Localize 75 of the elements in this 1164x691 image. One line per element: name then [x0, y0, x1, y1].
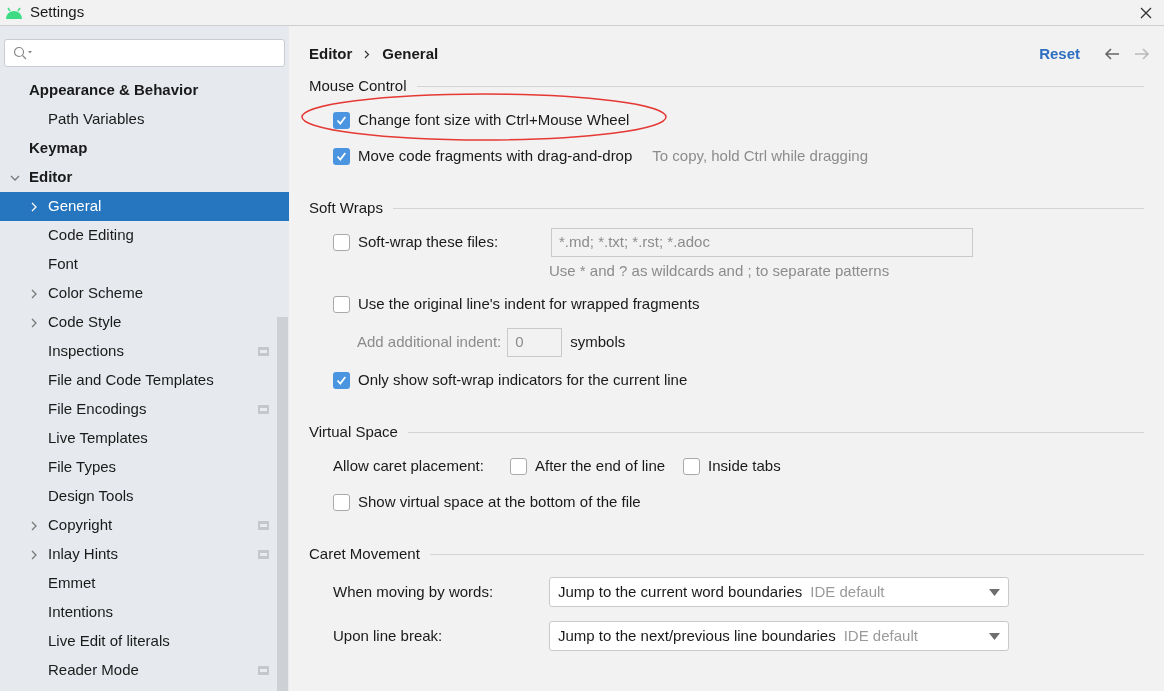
- checkbox-label[interactable]: Use the original line's indent for wrapped fragments: [358, 292, 700, 316]
- tree-item[interactable]: Design Tools: [0, 482, 289, 511]
- chevron-right-icon: [364, 49, 371, 59]
- check-icon: [336, 114, 347, 126]
- dropdown[interactable]: Jump to the current word boundaries IDE default: [549, 577, 1009, 607]
- scrollbar[interactable]: [277, 317, 288, 691]
- tree-item[interactable]: File Encodings: [0, 395, 289, 424]
- checkbox[interactable]: [683, 457, 701, 475]
- caret-icon: [989, 632, 1000, 640]
- tree-item[interactable]: Live Edit of literals: [0, 627, 289, 656]
- breadcrumb-item[interactable]: General: [382, 42, 439, 66]
- tree-item[interactable]: File and Code Templates: [0, 366, 289, 395]
- default-note: IDE default: [810, 581, 885, 602]
- search-field[interactable]: [4, 39, 285, 67]
- checkbox[interactable]: [333, 111, 350, 129]
- hint-text: Use * and ? as wildcards and ; to separate patterns: [549, 261, 891, 281]
- options-label: Allow caret placement:: [333, 455, 485, 476]
- chevron-right-icon[interactable]: [29, 201, 39, 212]
- tree-item[interactable]: Keymap: [0, 134, 289, 163]
- checkbox-label[interactable]: Soft-wrap these files:: [358, 230, 551, 254]
- tree-item[interactable]: File Types: [0, 453, 289, 482]
- tree-item[interactable]: Copyright: [0, 511, 289, 540]
- tree-item[interactable]: Editor: [0, 163, 289, 192]
- dropdown-label: When moving by words:: [333, 581, 495, 602]
- checkbox[interactable]: [333, 371, 350, 389]
- chevron-right-icon[interactable]: [29, 317, 39, 328]
- close-icon[interactable]: [1140, 6, 1152, 19]
- section-title: Soft Wraps: [309, 197, 383, 218]
- tree-item[interactable]: Intentions: [0, 598, 289, 627]
- back-arrow-icon[interactable]: [1104, 48, 1120, 60]
- default-note: IDE default: [843, 625, 918, 646]
- hint-text: To copy, hold Ctrl while dragging: [652, 145, 868, 166]
- tree-item[interactable]: Inlay Hints: [0, 540, 289, 569]
- tree-item[interactable]: Font: [0, 250, 289, 279]
- chevron-right-icon[interactable]: [29, 549, 39, 560]
- check-icon: [336, 150, 347, 162]
- tree-item[interactable]: Emmet: [0, 569, 289, 598]
- tree-item[interactable]: Appearance & Behavior: [0, 76, 289, 105]
- reset-link[interactable]: Reset: [1039, 42, 1080, 66]
- dropdown-label: Upon line break:: [333, 625, 444, 646]
- checkbox-label[interactable]: After the end of line: [535, 454, 666, 478]
- tree-item[interactable]: Live Templates: [0, 424, 289, 453]
- section-title: Mouse Control: [309, 75, 407, 96]
- checkbox[interactable]: [333, 493, 350, 511]
- check-icon: [336, 374, 347, 386]
- field-label: Add additional indent:: [357, 331, 502, 352]
- checkbox[interactable]: [510, 457, 527, 475]
- dropdown-value: Jump to the current word boundaries: [558, 581, 803, 602]
- breadcrumb-item[interactable]: Editor: [309, 42, 353, 66]
- tree-item[interactable]: Color Scheme: [0, 279, 289, 308]
- section-title: Caret Movement: [309, 543, 420, 564]
- checkbox-label[interactable]: Inside tabs: [708, 454, 781, 478]
- forward-arrow-icon[interactable]: [1134, 48, 1150, 60]
- caret-icon: [989, 588, 1000, 596]
- checkbox-label[interactable]: Show virtual space at the bottom of the file: [358, 490, 641, 514]
- suffix-label: symbols: [570, 331, 626, 352]
- checkbox[interactable]: [333, 295, 350, 313]
- tree-item[interactable]: General: [0, 192, 289, 221]
- tree-item[interactable]: Code Style: [0, 308, 289, 337]
- checkbox[interactable]: [333, 233, 350, 251]
- android-icon: [4, 6, 24, 19]
- checkbox-label[interactable]: Only show soft-wrap indicators for the current line: [358, 368, 688, 392]
- search-icon: [13, 46, 33, 60]
- checkbox-label[interactable]: Move code fragments with drag-and-drop: [358, 144, 633, 168]
- window-title: Settings: [30, 2, 85, 23]
- chevron-right-icon[interactable]: [29, 520, 39, 531]
- section-title: Virtual Space: [309, 421, 398, 442]
- chevron-right-icon[interactable]: [29, 288, 39, 299]
- tree-item[interactable]: Code Editing: [0, 221, 289, 250]
- tree-item[interactable]: Path Variables: [0, 105, 289, 134]
- tree-item[interactable]: Reader Mode: [0, 656, 289, 685]
- dropdown[interactable]: Jump to the next/previous line boundaries IDE default: [549, 621, 1009, 651]
- checkbox[interactable]: [333, 147, 350, 165]
- tree-item[interactable]: Inspections: [0, 337, 289, 366]
- dropdown-value: Jump to the next/previous line boundaries: [558, 625, 836, 646]
